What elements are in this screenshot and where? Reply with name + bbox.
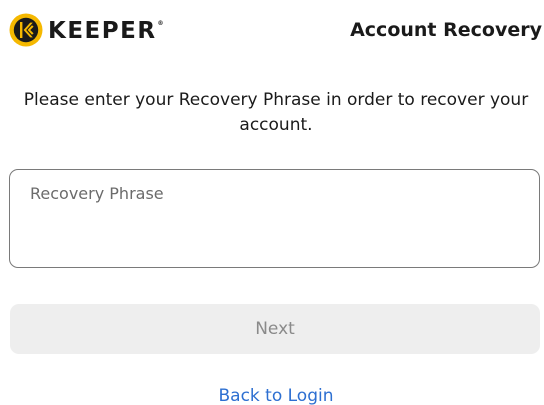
- brand-name-text: KEEPER: [48, 18, 157, 44]
- account-recovery-page: KEEPER® Account Recovery Please enter yo…: [0, 0, 544, 405]
- back-to-login-link[interactable]: Back to Login: [10, 385, 542, 405]
- next-button[interactable]: Next: [10, 304, 540, 354]
- recovery-phrase-input[interactable]: [10, 170, 539, 267]
- keeper-logo: KEEPER®: [9, 12, 164, 48]
- trademark-mark: ®: [157, 20, 164, 27]
- keeper-shield-icon: [9, 13, 43, 47]
- brand-name: KEEPER®: [48, 18, 164, 44]
- header: KEEPER® Account Recovery: [9, 12, 544, 48]
- recovery-phrase-field[interactable]: [9, 169, 540, 268]
- instructions-text: Please enter your Recovery Phrase in ord…: [23, 90, 529, 135]
- page-title: Account Recovery: [350, 19, 542, 41]
